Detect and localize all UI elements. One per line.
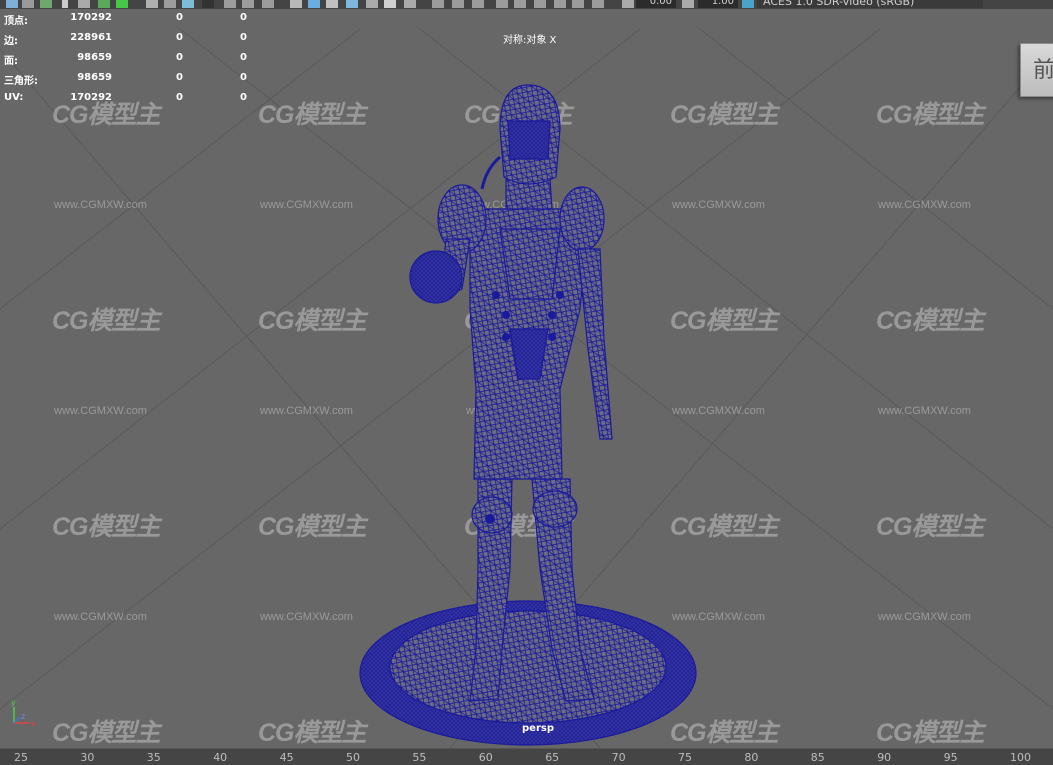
color-space-dropdown[interactable]: ACES 1.0 SDR-video (sRGB) [757,0,983,8]
held-object [409,250,463,304]
torso-dot [548,311,556,319]
scale-tool-icon[interactable] [116,0,128,8]
shadows-icon[interactable] [384,0,396,8]
grid-icon[interactable] [146,0,158,8]
smooth-shade-icon[interactable] [308,0,320,8]
exposure-icon[interactable] [622,0,634,8]
timeline-tick: 85 [810,751,825,764]
color-management-icon[interactable] [742,0,754,8]
axis-z-label: z [21,712,25,721]
timeline-tick: 100 [1010,751,1031,764]
xray-joints-icon[interactable] [534,0,546,8]
helmet-cable [480,155,501,190]
paint-select-icon[interactable] [40,0,52,8]
screen-space-ao-icon[interactable] [404,0,416,8]
safe-action-icon[interactable] [224,0,236,8]
exposure-field[interactable]: 0.00 [636,0,676,8]
timeline-tick: 90 [877,751,892,764]
axis-gizmo: y z x [11,698,36,727]
visor [507,120,551,160]
knee-pad-right [532,490,578,528]
timeline-tick: 45 [279,751,294,764]
timeline-tick: 70 [611,751,626,764]
timeline-tick: 40 [213,751,228,764]
move-tool-icon[interactable] [78,0,90,8]
torso-dot [492,291,500,299]
timeline-tick: 50 [346,751,360,764]
top-toolbar: 0.00 1.00 ACES 1.0 SDR-video (sRGB) [0,0,1053,9]
chest-plate [499,228,561,300]
antialias-icon[interactable] [452,0,464,8]
axis-x-label: x [31,719,36,727]
resolution-gate-icon[interactable] [202,0,214,8]
torso-dot [556,291,564,299]
timeline-tick: 25 [14,751,28,764]
timeline-tick: 60 [478,751,493,764]
torso-dot [502,311,510,319]
timeline-tick: 35 [146,751,161,764]
timeline-tick: 80 [744,751,759,764]
depth-of-field-icon[interactable] [472,0,484,8]
arm-right [577,248,613,440]
use-lights-icon[interactable] [366,0,378,8]
wireframe-on-shaded-icon[interactable] [326,0,338,8]
knee-dot [485,514,495,524]
gamma-icon[interactable] [682,0,694,8]
xray-active-icon[interactable] [554,0,566,8]
timeline-tick: 95 [943,751,958,764]
wireframe-character[interactable] [0,9,1053,748]
persp-viewport[interactable]: 顶点: 170292 0 0 边: 228961 0 0 面: 98659 0 0 三角形: 98659 0… [0,9,1053,748]
select-tool-icon[interactable] [6,0,18,8]
axis-y-label: y [11,698,16,707]
torso-dot [502,333,510,341]
safe-title-icon[interactable] [262,0,274,8]
shoulder-right [559,186,605,252]
isolate-select-icon[interactable] [496,0,508,8]
wireframe-icon[interactable] [290,0,302,8]
flat-shade-icon[interactable] [592,0,604,8]
camera-name-label: persp [522,723,554,734]
gamma-field[interactable]: 1.00 [698,0,738,8]
field-chart-icon[interactable] [242,0,254,8]
time-slider[interactable]: 25 30 35 40 45 50 55 60 65 70 75 80 85 90 95 100 [0,748,1053,765]
motion-blur-icon[interactable] [432,0,444,8]
backface-icon[interactable] [572,0,584,8]
camera-attr-icon[interactable] [182,0,194,8]
torso-dot [548,333,556,341]
timeline-tick: 75 [678,751,692,764]
lasso-tool-icon[interactable] [22,0,34,8]
timeline-tick: 65 [545,751,560,764]
snap-icon[interactable] [62,0,68,8]
timeline-tick: 30 [80,751,95,764]
timeline-tick: 55 [412,751,427,764]
pedestal-top [389,610,667,724]
film-gate-icon[interactable] [164,0,176,8]
xray-icon[interactable] [514,0,526,8]
textured-icon[interactable] [346,0,358,8]
rotate-tool-icon[interactable] [98,0,110,8]
